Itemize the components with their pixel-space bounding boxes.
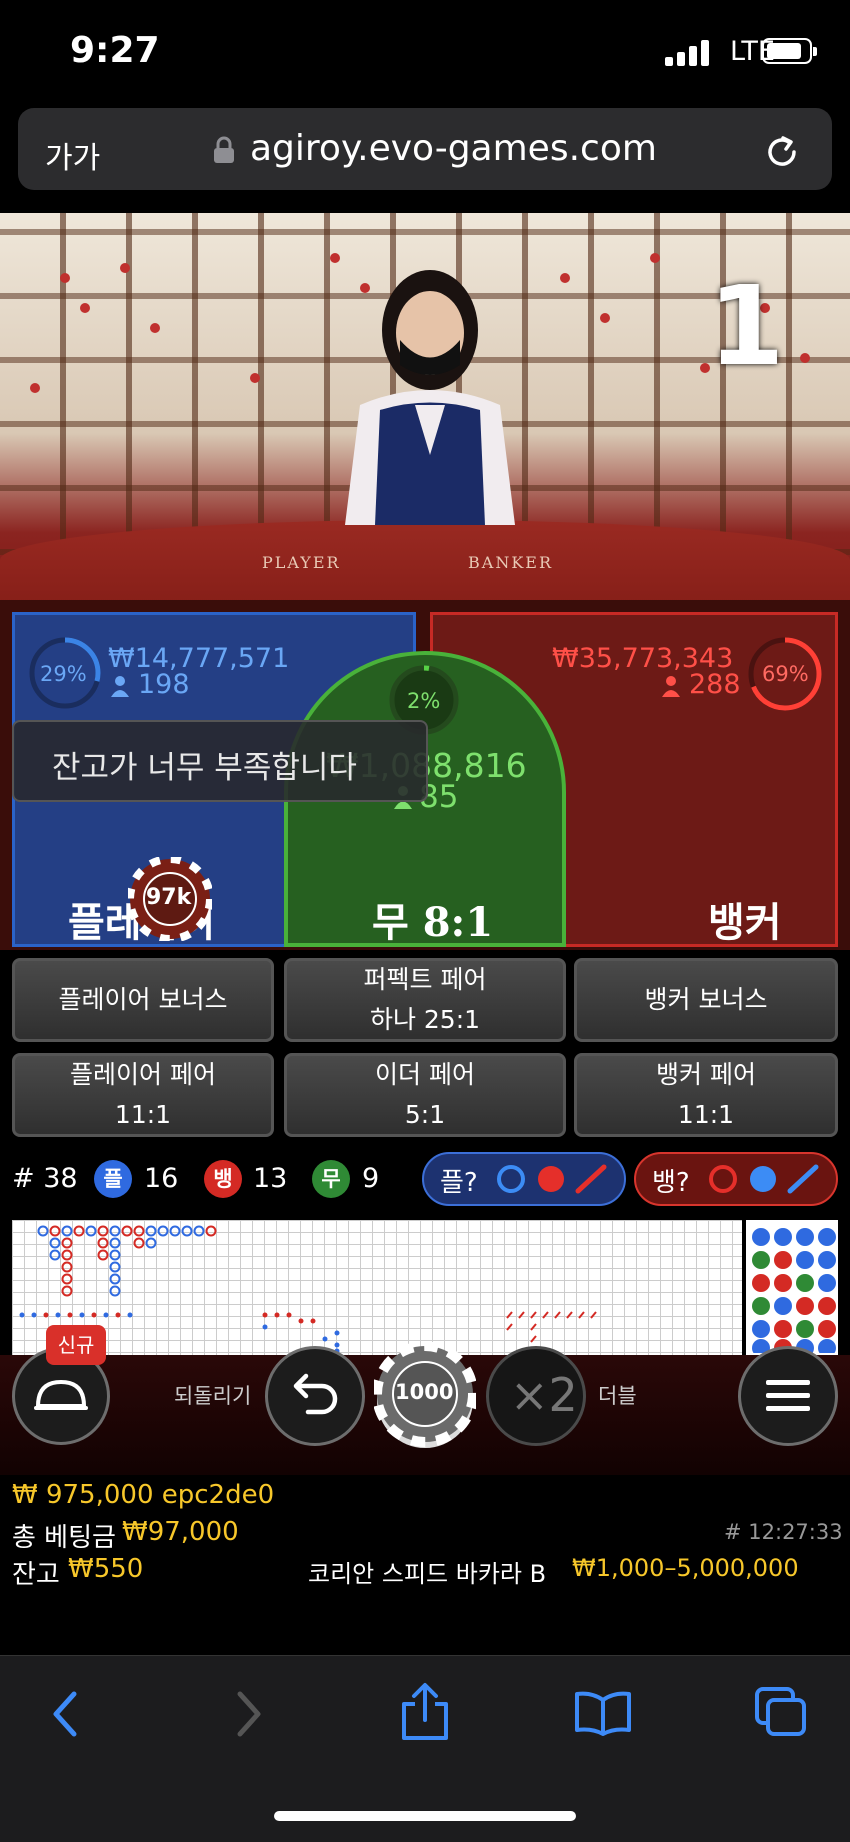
total-bet-value: ₩97,000 — [122, 1517, 239, 1547]
banker-bettor-count: 288 — [689, 669, 741, 700]
side-bet-label: 퍼펙트 페어 — [363, 965, 487, 994]
table-label-banker: BANKER — [468, 553, 553, 572]
account-id: ₩ 975,000 epc2de0 — [12, 1480, 275, 1510]
side-bet-payout: 11:1 — [114, 1100, 172, 1129]
side-bet-payout: 11:1 — [677, 1100, 735, 1129]
dealer-figure — [345, 270, 515, 525]
player-predict-road-icons — [497, 1164, 607, 1194]
tie-percent: 2% — [407, 689, 441, 713]
bead-road-marks — [752, 1228, 836, 1353]
player-total-amount: ₩14,777,571 — [108, 643, 290, 674]
banker-win-count: 13 — [253, 1163, 288, 1194]
undo-icon — [293, 1373, 338, 1415]
tie-win-count: 9 — [362, 1163, 380, 1194]
back-icon[interactable] — [48, 1690, 82, 1738]
menu-icon — [766, 1380, 810, 1411]
bet-limits: ₩1,000–5,000,000 — [572, 1554, 799, 1582]
person-icon — [662, 676, 680, 697]
selected-chip-value: 1000 — [395, 1380, 454, 1404]
home-indicator — [274, 1811, 576, 1821]
total-bet-label: 총 베팅금 — [12, 1523, 116, 1553]
tabs-icon[interactable] — [754, 1686, 808, 1738]
side-bet-label: 이더 페어 — [375, 1060, 475, 1089]
side-bet-either-pair[interactable]: 이더 페어 5:1 — [284, 1053, 566, 1137]
player-percent: 29% — [40, 662, 87, 686]
player-win-icon: 플 — [94, 1160, 132, 1198]
banker-predict-road-icons — [709, 1164, 819, 1194]
rounds-count: # 38 — [12, 1163, 78, 1194]
side-bet-banker-pair[interactable]: 뱅커 페어 11:1 — [574, 1053, 838, 1137]
side-bet-player-pair[interactable]: 플레이어 페어 11:1 — [12, 1053, 274, 1137]
signal-icon — [665, 40, 709, 66]
share-icon[interactable] — [398, 1682, 452, 1742]
tie-label: 무 8:1 — [372, 899, 494, 946]
side-bet-label: 뱅커 페어 — [656, 1060, 756, 1089]
status-time: 9:27 — [70, 30, 160, 71]
side-bet-label: 플레이어 보너스 — [58, 985, 228, 1014]
double-label: 더블 — [598, 1384, 637, 1408]
side-bet-label: 플레이어 페어 — [70, 1060, 216, 1089]
banker-win-icon: 뱅 — [204, 1160, 242, 1198]
lock-icon — [214, 136, 234, 163]
player-win-count: 16 — [144, 1163, 179, 1194]
banker-percent: 69% — [762, 662, 809, 686]
side-bet-player-bonus[interactable]: 플레이어 보너스 — [12, 958, 274, 1042]
side-bet-payout: 하나 25:1 — [369, 1005, 481, 1034]
table-label-player: PLAYER — [262, 553, 341, 572]
balance-value: ₩550 — [68, 1554, 144, 1584]
player-predict-label: 플? — [440, 1168, 478, 1198]
banker-label: 뱅커 — [708, 900, 782, 946]
balance-label: 잔고 — [12, 1560, 60, 1590]
text-size-button[interactable]: 가가 — [45, 133, 100, 177]
new-badge: 신규 — [46, 1325, 106, 1365]
side-bet-perfect-pair[interactable]: 퍼펙트 페어 하나 25:1 — [284, 958, 566, 1042]
side-bet-payout: 5:1 — [404, 1100, 446, 1129]
forward-icon — [237, 1691, 261, 1737]
double-symbol: ×2 — [510, 1368, 578, 1422]
round-countdown: 1 — [708, 262, 785, 390]
side-bet-banker-bonus[interactable]: 뱅커 보너스 — [574, 958, 838, 1042]
game-id: # 12:27:33 — [724, 1520, 843, 1544]
big-road-marks — [19, 1225, 597, 1354]
side-bet-label: 뱅커 보너스 — [644, 985, 768, 1014]
battery-icon — [762, 38, 817, 64]
placed-chip-value: 97k — [146, 885, 192, 910]
banker-predict-label: 뱅? — [652, 1168, 690, 1198]
toast-message: 잔고가 너무 부족합니다 — [52, 750, 357, 786]
table-name: 코리안 스피드 바카라 B — [308, 1560, 547, 1588]
player-bettor-count: 198 — [138, 669, 190, 700]
reload-icon[interactable] — [762, 132, 802, 172]
bookmarks-icon[interactable] — [574, 1690, 632, 1736]
tie-win-icon: 무 — [312, 1160, 350, 1198]
lobby-table-icon — [34, 1380, 88, 1410]
url-text[interactable]: agiroy.evo-games.com — [250, 128, 657, 169]
person-icon — [111, 676, 129, 697]
undo-label: 되돌리기 — [174, 1384, 252, 1408]
